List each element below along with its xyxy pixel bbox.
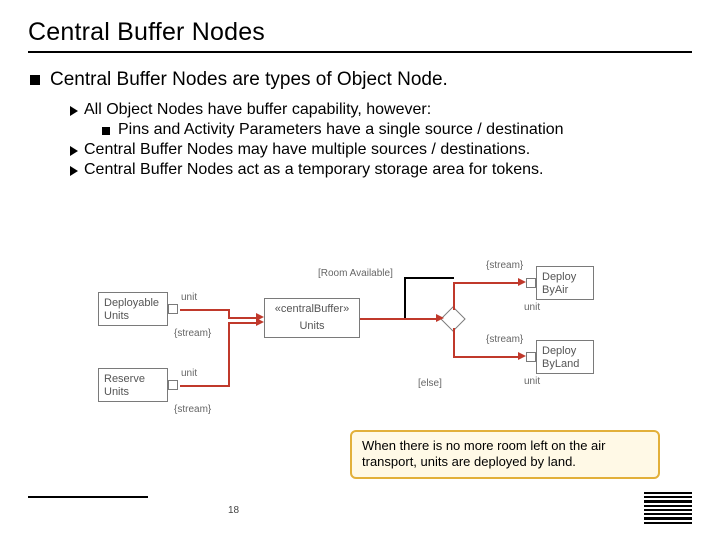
pin-label: unit [181, 292, 197, 303]
edge [180, 385, 230, 387]
activity-diagram: Deployable Units unit {stream} Reserve U… [98, 250, 638, 460]
node-deploy-by-air: Deploy ByAir [536, 266, 594, 300]
bullet-level1: Central Buffer Nodes are types of Object… [28, 69, 692, 91]
title-divider [28, 51, 692, 53]
edge [180, 309, 230, 311]
pin-icon [526, 352, 536, 362]
square-bullet-icon [30, 75, 40, 85]
edge [404, 277, 454, 279]
page-number: 18 [228, 505, 239, 516]
triangle-bullet-icon [70, 106, 78, 116]
edge [453, 282, 519, 284]
edge [404, 277, 406, 318]
node-deploy-by-land: Deploy ByLand [536, 340, 594, 374]
footer-divider [28, 496, 148, 498]
page-title: Central Buffer Nodes [28, 18, 692, 47]
ibm-logo-icon [644, 492, 692, 524]
edge [360, 318, 438, 320]
pin-icon [168, 304, 178, 314]
pin-label: unit [524, 302, 540, 313]
pin-label: unit [524, 376, 540, 387]
arrowhead-icon [518, 352, 526, 360]
stream-label: {stream} [486, 334, 523, 345]
edge [228, 322, 258, 324]
bullet-text: All Object Nodes have buffer capability,… [84, 101, 431, 119]
pin-icon [526, 278, 536, 288]
arrowhead-icon [518, 278, 526, 286]
edge [453, 282, 455, 310]
arrowhead-icon [436, 314, 444, 322]
guard-label: [else] [418, 378, 442, 389]
node-reserve-units: Reserve Units [98, 368, 168, 402]
bullet-level3: Pins and Activity Parameters have a sing… [28, 121, 692, 139]
bullet-text: Pins and Activity Parameters have a sing… [118, 121, 564, 139]
edge [453, 328, 455, 358]
edge [453, 356, 519, 358]
bullet-level2: All Object Nodes have buffer capability,… [28, 101, 692, 119]
bullet-text: Central Buffer Nodes act as a temporary … [84, 161, 544, 179]
square-bullet-icon [102, 127, 110, 135]
stereotype-label: «centralBuffer» [270, 303, 354, 316]
bullet-level2: Central Buffer Nodes act as a temporary … [28, 161, 692, 179]
bullet-text: Central Buffer Nodes may have multiple s… [84, 141, 530, 159]
guard-label: [Room Available] [318, 268, 393, 279]
pin-icon [168, 380, 178, 390]
node-central-buffer: «centralBuffer» Units [264, 298, 360, 338]
bullet-level2: Central Buffer Nodes may have multiple s… [28, 141, 692, 159]
node-deployable-units: Deployable Units [98, 292, 168, 326]
stream-label: {stream} [174, 328, 211, 339]
arrowhead-icon [256, 318, 264, 326]
callout-note: When there is no more room left on the a… [350, 430, 660, 479]
stream-label: {stream} [486, 260, 523, 271]
node-label: Units [270, 320, 354, 333]
pin-label: unit [181, 368, 197, 379]
edge [228, 322, 230, 387]
triangle-bullet-icon [70, 146, 78, 156]
bullet-text: Central Buffer Nodes are types of Object… [50, 69, 448, 91]
triangle-bullet-icon [70, 166, 78, 176]
stream-label: {stream} [174, 404, 211, 415]
edge [228, 317, 258, 319]
